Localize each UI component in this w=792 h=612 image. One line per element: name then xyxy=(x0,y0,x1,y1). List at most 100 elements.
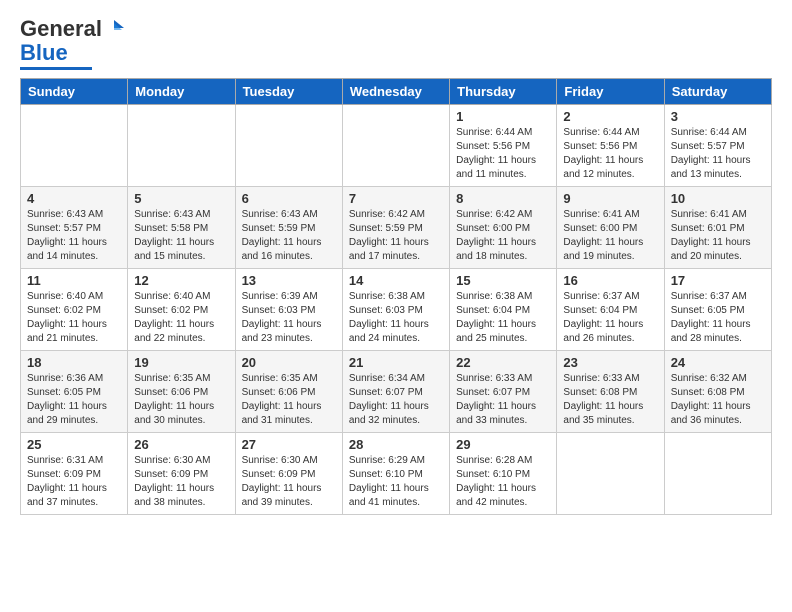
day-number: 4 xyxy=(27,191,121,206)
day-number: 19 xyxy=(134,355,228,370)
calendar-cell: 11 Sunrise: 6:40 AM Sunset: 6:02 PM Dayli… xyxy=(21,269,128,351)
day-number: 6 xyxy=(242,191,336,206)
calendar-cell: 2Sunrise: 6:44 AM Sunset: 5:56 PM Daylig… xyxy=(557,105,664,187)
calendar-cell xyxy=(128,105,235,187)
day-info: Sunrise: 6:41 AM Sunset: 6:01 PM Dayligh… xyxy=(671,208,765,264)
day-number: 22 xyxy=(456,355,550,370)
calendar-cell: 18 Sunrise: 6:36 AM Sunset: 6:05 PM Dayli… xyxy=(21,351,128,433)
day-info: Sunrise: 6:38 AM Sunset: 6:03 PM Dayligh… xyxy=(349,290,443,346)
calendar-cell: 27 Sunrise: 6:30 AM Sunset: 6:09 PM Dayli… xyxy=(235,433,342,515)
day-number: 7 xyxy=(349,191,443,206)
calendar-cell: 23 Sunrise: 6:33 AM Sunset: 6:08 PM Dayli… xyxy=(557,351,664,433)
calendar: SundayMondayTuesdayWednesdayThursdayFrid… xyxy=(20,78,772,515)
day-info: Sunrise: 6:37 AM Sunset: 6:05 PM Dayligh… xyxy=(671,290,765,346)
calendar-header-row: SundayMondayTuesdayWednesdayThursdayFrid… xyxy=(21,79,772,105)
logo-general: General xyxy=(20,16,102,42)
calendar-week-4: 18 Sunrise: 6:36 AM Sunset: 6:05 PM Dayli… xyxy=(21,351,772,433)
calendar-cell: 26Sunrise: 6:30 AM Sunset: 6:09 PM Dayli… xyxy=(128,433,235,515)
calendar-cell: 4 Sunrise: 6:43 AM Sunset: 5:57 PM Daylig… xyxy=(21,187,128,269)
header: General Blue xyxy=(20,16,772,70)
day-info: Sunrise: 6:43 AM Sunset: 5:58 PM Dayligh… xyxy=(134,208,228,264)
calendar-cell xyxy=(557,433,664,515)
day-number: 17 xyxy=(671,273,765,288)
calendar-cell: 19 Sunrise: 6:35 AM Sunset: 6:06 PM Dayli… xyxy=(128,351,235,433)
calendar-cell: 5 Sunrise: 6:43 AM Sunset: 5:58 PM Daylig… xyxy=(128,187,235,269)
calendar-cell: 29 Sunrise: 6:28 AM Sunset: 6:10 PM Dayli… xyxy=(450,433,557,515)
calendar-cell: 7 Sunrise: 6:42 AM Sunset: 5:59 PM Daylig… xyxy=(342,187,449,269)
day-info: Sunrise: 6:42 AM Sunset: 5:59 PM Dayligh… xyxy=(349,208,443,264)
day-number: 11 xyxy=(27,273,121,288)
calendar-cell: 12 Sunrise: 6:40 AM Sunset: 6:02 PM Dayli… xyxy=(128,269,235,351)
day-info: Sunrise: 6:39 AM Sunset: 6:03 PM Dayligh… xyxy=(242,290,336,346)
day-info: Sunrise: 6:32 AM Sunset: 6:08 PM Dayligh… xyxy=(671,372,765,428)
weekday-header-saturday: Saturday xyxy=(664,79,771,105)
day-number: 18 xyxy=(27,355,121,370)
calendar-cell xyxy=(342,105,449,187)
day-info: Sunrise: 6:44 AM Sunset: 5:56 PM Dayligh… xyxy=(456,126,550,182)
calendar-cell: 1Sunrise: 6:44 AM Sunset: 5:56 PM Daylig… xyxy=(450,105,557,187)
calendar-cell: 16Sunrise: 6:37 AM Sunset: 6:04 PM Dayli… xyxy=(557,269,664,351)
day-info: Sunrise: 6:36 AM Sunset: 6:05 PM Dayligh… xyxy=(27,372,121,428)
calendar-cell: 15Sunrise: 6:38 AM Sunset: 6:04 PM Dayli… xyxy=(450,269,557,351)
day-number: 28 xyxy=(349,437,443,452)
day-info: Sunrise: 6:43 AM Sunset: 5:57 PM Dayligh… xyxy=(27,208,121,264)
day-number: 29 xyxy=(456,437,550,452)
day-number: 23 xyxy=(563,355,657,370)
calendar-week-5: 25 Sunrise: 6:31 AM Sunset: 6:09 PM Dayli… xyxy=(21,433,772,515)
day-number: 5 xyxy=(134,191,228,206)
calendar-cell: 8 Sunrise: 6:42 AM Sunset: 6:00 PM Daylig… xyxy=(450,187,557,269)
weekday-header-monday: Monday xyxy=(128,79,235,105)
calendar-week-2: 4 Sunrise: 6:43 AM Sunset: 5:57 PM Daylig… xyxy=(21,187,772,269)
calendar-week-3: 11 Sunrise: 6:40 AM Sunset: 6:02 PM Dayli… xyxy=(21,269,772,351)
weekday-header-friday: Friday xyxy=(557,79,664,105)
day-number: 13 xyxy=(242,273,336,288)
day-number: 8 xyxy=(456,191,550,206)
day-info: Sunrise: 6:41 AM Sunset: 6:00 PM Dayligh… xyxy=(563,208,657,264)
day-number: 2 xyxy=(563,109,657,124)
calendar-cell: 13 Sunrise: 6:39 AM Sunset: 6:03 PM Dayli… xyxy=(235,269,342,351)
day-number: 25 xyxy=(27,437,121,452)
day-info: Sunrise: 6:35 AM Sunset: 6:06 PM Dayligh… xyxy=(134,372,228,428)
day-number: 21 xyxy=(349,355,443,370)
calendar-week-1: 1Sunrise: 6:44 AM Sunset: 5:56 PM Daylig… xyxy=(21,105,772,187)
day-number: 16 xyxy=(563,273,657,288)
day-info: Sunrise: 6:33 AM Sunset: 6:08 PM Dayligh… xyxy=(563,372,657,428)
calendar-cell: 3Sunrise: 6:44 AM Sunset: 5:57 PM Daylig… xyxy=(664,105,771,187)
logo-blue: Blue xyxy=(20,40,68,66)
day-number: 14 xyxy=(349,273,443,288)
weekday-header-sunday: Sunday xyxy=(21,79,128,105)
weekday-header-wednesday: Wednesday xyxy=(342,79,449,105)
day-info: Sunrise: 6:38 AM Sunset: 6:04 PM Dayligh… xyxy=(456,290,550,346)
day-info: Sunrise: 6:28 AM Sunset: 6:10 PM Dayligh… xyxy=(456,454,550,510)
day-number: 27 xyxy=(242,437,336,452)
day-number: 10 xyxy=(671,191,765,206)
calendar-cell: 28 Sunrise: 6:29 AM Sunset: 6:10 PM Dayli… xyxy=(342,433,449,515)
day-info: Sunrise: 6:40 AM Sunset: 6:02 PM Dayligh… xyxy=(134,290,228,346)
day-info: Sunrise: 6:29 AM Sunset: 6:10 PM Dayligh… xyxy=(349,454,443,510)
day-number: 12 xyxy=(134,273,228,288)
day-info: Sunrise: 6:30 AM Sunset: 6:09 PM Dayligh… xyxy=(242,454,336,510)
calendar-cell xyxy=(664,433,771,515)
calendar-cell: 10 Sunrise: 6:41 AM Sunset: 6:01 PM Dayli… xyxy=(664,187,771,269)
day-info: Sunrise: 6:30 AM Sunset: 6:09 PM Dayligh… xyxy=(134,454,228,510)
day-info: Sunrise: 6:31 AM Sunset: 6:09 PM Dayligh… xyxy=(27,454,121,510)
day-info: Sunrise: 6:34 AM Sunset: 6:07 PM Dayligh… xyxy=(349,372,443,428)
calendar-cell xyxy=(235,105,342,187)
day-number: 3 xyxy=(671,109,765,124)
calendar-cell: 14 Sunrise: 6:38 AM Sunset: 6:03 PM Dayli… xyxy=(342,269,449,351)
weekday-header-tuesday: Tuesday xyxy=(235,79,342,105)
calendar-cell: 24Sunrise: 6:32 AM Sunset: 6:08 PM Dayli… xyxy=(664,351,771,433)
day-info: Sunrise: 6:33 AM Sunset: 6:07 PM Dayligh… xyxy=(456,372,550,428)
calendar-cell: 9Sunrise: 6:41 AM Sunset: 6:00 PM Daylig… xyxy=(557,187,664,269)
day-info: Sunrise: 6:42 AM Sunset: 6:00 PM Dayligh… xyxy=(456,208,550,264)
weekday-header-thursday: Thursday xyxy=(450,79,557,105)
calendar-cell xyxy=(21,105,128,187)
logo-underline xyxy=(20,67,92,70)
logo-bird-icon xyxy=(104,18,124,38)
calendar-cell: 20Sunrise: 6:35 AM Sunset: 6:06 PM Dayli… xyxy=(235,351,342,433)
day-info: Sunrise: 6:43 AM Sunset: 5:59 PM Dayligh… xyxy=(242,208,336,264)
day-info: Sunrise: 6:35 AM Sunset: 6:06 PM Dayligh… xyxy=(242,372,336,428)
day-info: Sunrise: 6:40 AM Sunset: 6:02 PM Dayligh… xyxy=(27,290,121,346)
calendar-cell: 25 Sunrise: 6:31 AM Sunset: 6:09 PM Dayli… xyxy=(21,433,128,515)
calendar-cell: 17 Sunrise: 6:37 AM Sunset: 6:05 PM Dayli… xyxy=(664,269,771,351)
